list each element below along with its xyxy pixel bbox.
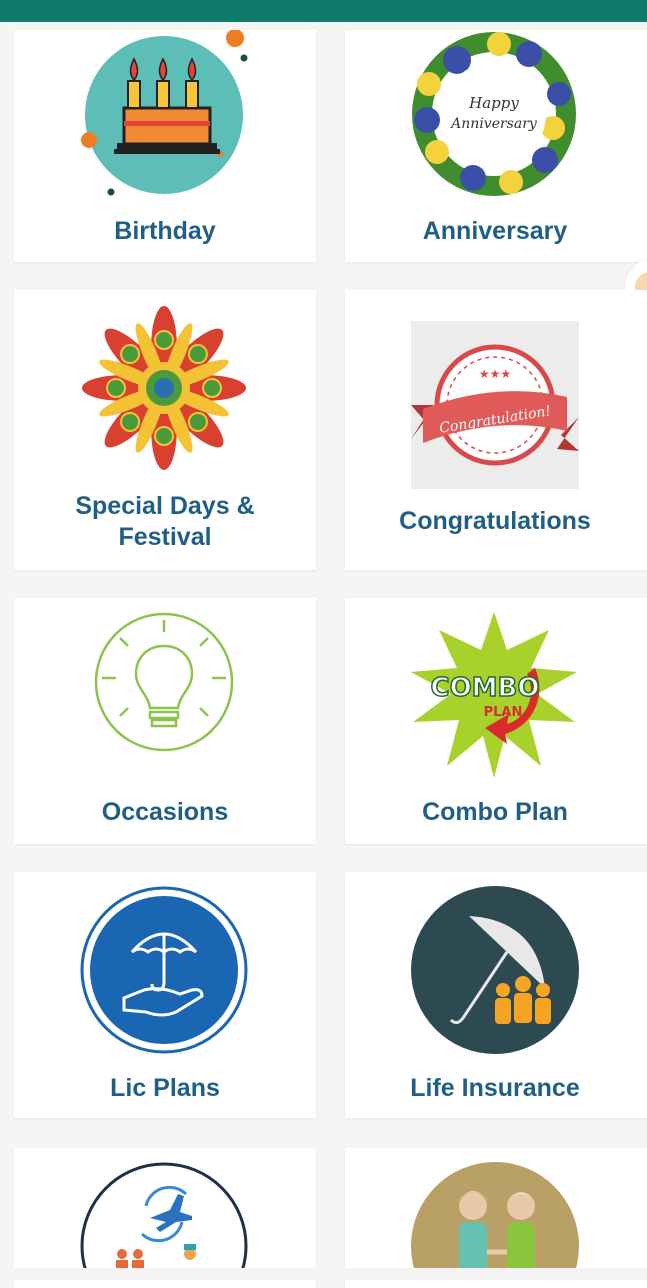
category-card-special-days-festival[interactable]: Special Days & Festival <box>14 290 316 570</box>
category-label: Festival <box>118 523 212 551</box>
category-label: Special Days & <box>75 492 255 520</box>
category-card-lic-plans[interactable]: Lic Plans <box>14 872 316 1118</box>
category-label: Occasions <box>101 798 229 826</box>
category-card-combo-plan[interactable]: COMBO PLAN Combo Plan <box>345 598 647 844</box>
elderly-couple-icon <box>411 1162 579 1272</box>
anniversary-script-anniversary: Anniversary <box>449 116 538 132</box>
category-label: Life Insurance <box>410 1074 580 1102</box>
plan-text: PLAN <box>484 705 523 720</box>
combo-text: COMBO <box>431 673 540 703</box>
category-card-birthday[interactable]: Birthday <box>14 30 316 262</box>
light-bulb-icon <box>94 612 234 752</box>
category-card-life-insurance[interactable]: Life Insurance <box>345 872 647 1118</box>
family-umbrella-icon <box>411 886 579 1054</box>
status-bar <box>0 0 647 22</box>
birthday-cake-icon <box>81 30 248 196</box>
rangoli-mandala-icon <box>82 306 246 470</box>
category-label: Combo Plan <box>422 798 568 826</box>
combo-plan-burst-icon: COMBO PLAN <box>411 612 577 778</box>
category-card-congratulations[interactable]: ★★★ Congratulation! Congratulations <box>345 290 647 570</box>
category-card-anniversary[interactable]: Happy Anniversary Anniversary <box>345 30 647 262</box>
happy-anniversary-wreath-icon: Happy Anniversary <box>412 32 576 196</box>
congratulation-badge-icon: ★★★ Congratulation! <box>411 321 579 489</box>
category-card-occasions[interactable]: Occasions <box>14 598 316 844</box>
umbrella-hand-icon <box>80 886 248 1054</box>
category-label: Anniversary <box>422 217 568 245</box>
category-label: Lic Plans <box>110 1074 220 1102</box>
anniversary-script-happy: Happy <box>468 94 519 112</box>
bottom-edge <box>0 1268 647 1280</box>
category-card-travel[interactable] <box>14 1148 316 1288</box>
travel-plane-icon <box>80 1162 248 1272</box>
category-card-senior-plans[interactable] <box>345 1148 647 1288</box>
category-label: Congratulations <box>399 507 591 535</box>
svg-text:★★★: ★★★ <box>479 367 511 381</box>
category-label: Birthday <box>114 217 216 245</box>
